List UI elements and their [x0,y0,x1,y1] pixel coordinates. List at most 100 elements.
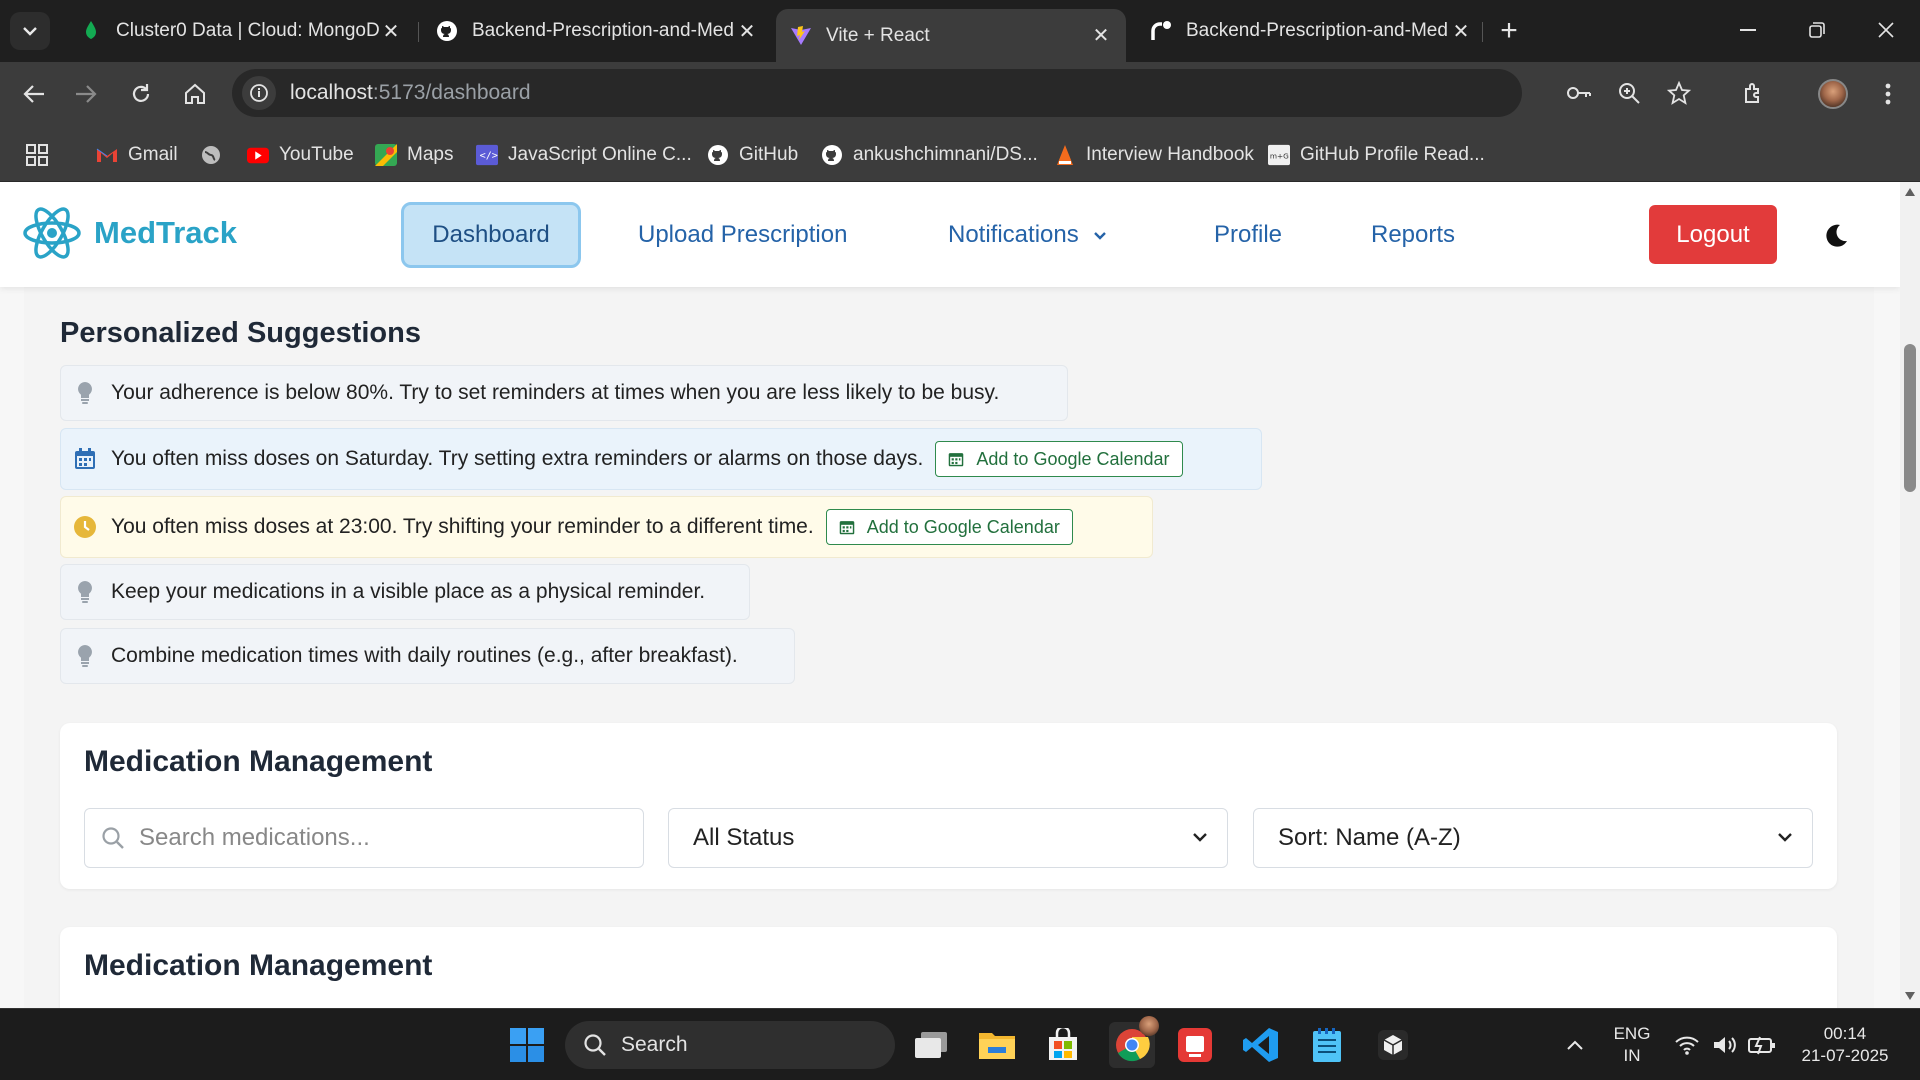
medication-management-card: Medication Management Search medications… [60,723,1837,889]
app-red-icon [1178,1028,1212,1062]
tab-search-button[interactable] [10,12,50,50]
close-icon[interactable]: ✕ [736,20,758,43]
close-window-button[interactable] [1851,0,1920,60]
status-filter-select[interactable]: All Status [668,808,1228,868]
bookmark-label: ankushchimnani/DS... [853,144,1038,165]
clock[interactable]: 00:14 21-07-2025 [1790,1023,1900,1067]
cube-icon [1378,1030,1408,1060]
chrome-button[interactable] [1109,1016,1159,1068]
microsoft-store-button[interactable] [1043,1025,1083,1065]
system-tray-status[interactable] [1670,1025,1780,1065]
lightbulb-icon [73,580,97,604]
bookmark-github-readme[interactable]: m+G GitHub Profile Read... [1268,138,1485,172]
bookmark-github[interactable]: GitHub [707,138,798,172]
notepad-button[interactable] [1307,1025,1347,1065]
task-view-icon [915,1032,947,1058]
add-to-google-calendar-button[interactable]: Add to Google Calendar [825,509,1073,545]
medication-management-card-2: Medication Management [60,927,1837,1008]
task-view-button[interactable] [911,1025,951,1065]
volume-icon [1714,1037,1736,1053]
windows-start-button[interactable] [507,1025,547,1065]
atom-logo-icon [23,207,81,259]
bookmark-gmail[interactable]: Gmail [96,138,178,172]
site-info-icon[interactable] [242,76,276,110]
tab-title: Backend-Prescription-and-Med [472,20,734,41]
bookmark-javascript[interactable]: </> JavaScript Online C... [476,138,692,172]
taskbar-search-label: Search [621,1033,688,1056]
suggestion-text: Your adherence is below 80%. Try to set … [111,381,1000,404]
tab-title: Vite + React [826,24,930,46]
medication-search-input[interactable]: Search medications... [84,808,644,868]
tab-github-backend[interactable]: Backend-Prescription-and-Med ✕ [422,9,772,53]
puzzle-icon [1745,83,1759,103]
nav-profile[interactable]: Profile [1214,202,1282,268]
apps-button[interactable] [26,138,48,172]
forward-button[interactable] [66,74,106,114]
suggestion-text: Combine medication times with daily rout… [111,644,738,667]
key-icon[interactable] [1566,69,1592,117]
windows-taskbar: Search ENG IN 00:14 21-07-2025 [0,1008,1920,1080]
add-to-google-calendar-button[interactable]: Add to Google Calendar [935,441,1183,477]
home-button[interactable] [175,74,215,114]
clock-time: 00:14 [1823,1024,1867,1043]
bookmark-youtube[interactable]: YouTube [247,138,354,172]
scrollbar-thumb[interactable] [1904,344,1916,492]
bookmark-maps[interactable]: Maps [375,138,453,172]
tab-mongodb[interactable]: Cluster0 Data | Cloud: MongoDB ✕ [66,9,416,53]
scroll-up-icon[interactable] [1905,188,1915,196]
close-icon[interactable]: ✕ [1090,25,1112,47]
bookmark-globe[interactable] [200,138,232,172]
chevron-down-icon [23,27,37,36]
close-icon[interactable]: ✕ [1450,20,1472,43]
extensions-button[interactable] [1734,74,1774,114]
close-icon [1878,22,1894,38]
zoom-icon[interactable] [1618,69,1640,117]
brand-logo[interactable]: MedTrack [22,204,237,262]
bookmark-ds-repo[interactable]: ankushchimnani/DS... [821,138,1038,172]
vscode-button[interactable] [1241,1025,1281,1065]
store-icon [1049,1028,1077,1060]
star-icon[interactable] [1667,69,1691,117]
nav-notifications[interactable]: Notifications [948,202,1107,268]
file-explorer-button[interactable] [977,1025,1017,1065]
minimize-button[interactable] [1713,0,1783,60]
reload-button[interactable] [121,74,161,114]
language-indicator[interactable]: ENG IN [1601,1023,1663,1067]
scroll-down-icon[interactable] [1905,992,1915,1000]
bookmark-label: Interview Handbook [1086,144,1254,165]
wifi-icon [1675,1036,1699,1055]
url-host: localhost [290,81,373,104]
new-tab-button[interactable]: + [1490,14,1528,48]
suggestion-text: Keep your medications in a visible place… [111,580,706,603]
suggestion-item: You often miss doses on Saturday. Try se… [60,428,1262,490]
url-text[interactable]: localhost:5173/dashboard [290,81,531,105]
cube-app-button[interactable] [1373,1025,1413,1065]
profile-avatar[interactable] [1813,74,1853,114]
nav-dashboard[interactable]: Dashboard [401,202,581,268]
back-button[interactable] [14,74,54,114]
calendar-icon [73,447,97,471]
nav-notifications-label: Notifications [948,221,1079,248]
address-bar[interactable]: localhost:5173/dashboard [232,69,1691,117]
nav-upload-prescription[interactable]: Upload Prescription [638,202,847,268]
page-scrollbar[interactable] [1900,182,1920,1008]
app-navbar: MedTrack Dashboard Upload Prescription N… [0,182,1900,287]
nav-reports[interactable]: Reports [1371,202,1455,268]
tab-render-backend[interactable]: Backend-Prescription-and-Med ✕ [1136,9,1486,53]
render-icon [1150,20,1172,42]
sort-select[interactable]: Sort: Name (A-Z) [1253,808,1813,868]
dark-mode-toggle[interactable] [1822,222,1850,250]
medication-management-title-2: Medication Management [84,949,433,982]
bookmark-interview-handbook[interactable]: Interview Handbook [1054,138,1254,172]
recorder-app-button[interactable] [1175,1025,1215,1065]
taskbar-search[interactable]: Search [565,1021,895,1069]
tray-overflow-button[interactable] [1555,1025,1595,1065]
mongodb-leaf-icon [80,20,102,42]
restore-button[interactable] [1782,0,1852,60]
logout-button[interactable]: Logout [1649,205,1777,264]
gmail-icon [96,144,118,166]
close-icon[interactable]: ✕ [380,20,402,43]
browser-menu-button[interactable] [1868,74,1908,114]
github-icon [707,144,729,166]
tab-vite-react[interactable]: Vite + React ✕ [776,9,1126,62]
